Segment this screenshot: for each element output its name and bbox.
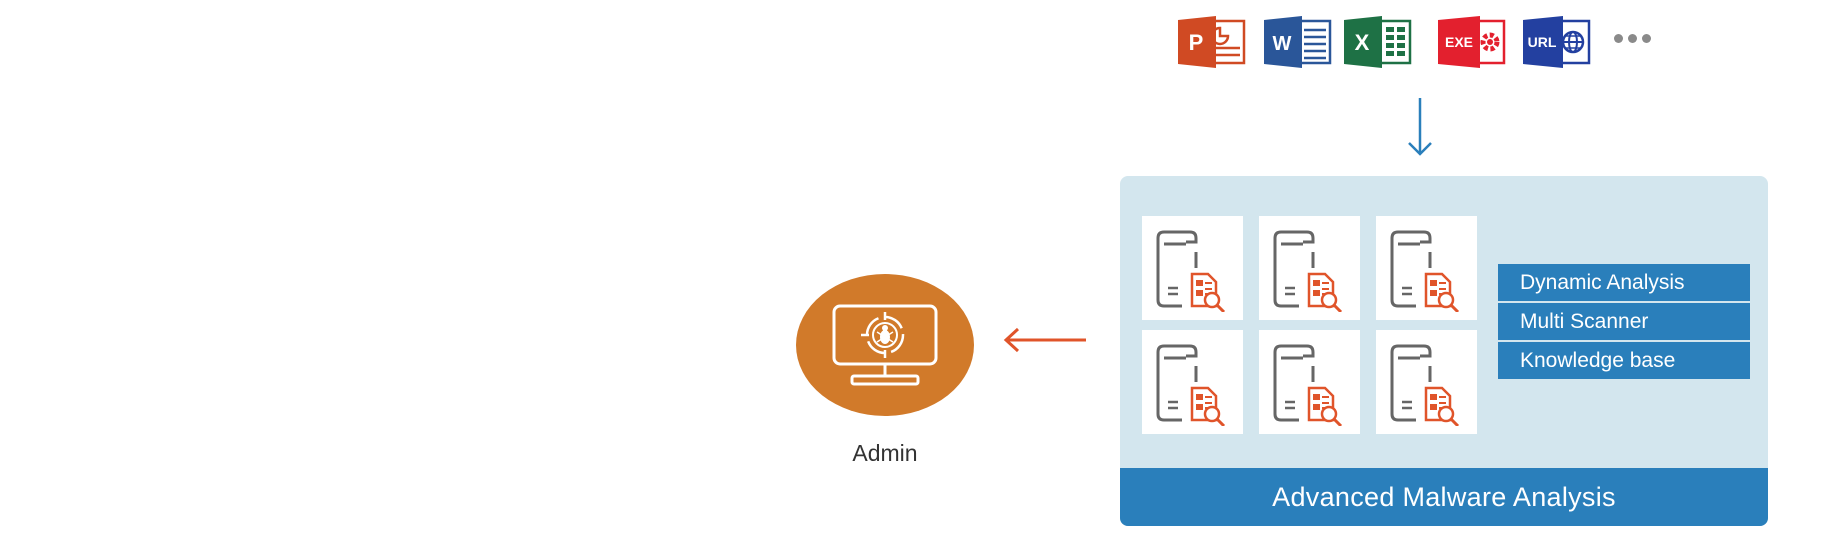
server-scan-icon xyxy=(1156,344,1226,426)
svg-text:P: P xyxy=(1189,30,1204,55)
arrow-down-icon xyxy=(1408,98,1432,156)
svg-text:URL: URL xyxy=(1528,34,1557,50)
feature-multi-scanner: Multi Scanner xyxy=(1498,303,1750,340)
url-file-icon: URL xyxy=(1521,14,1593,70)
sandbox-tile xyxy=(1376,330,1477,434)
exe-file-icon: EXE xyxy=(1436,14,1508,70)
feature-dynamic-analysis: Dynamic Analysis xyxy=(1498,264,1750,301)
arrow-left-icon xyxy=(1003,327,1086,353)
svg-text:EXE: EXE xyxy=(1445,34,1473,50)
svg-text:X: X xyxy=(1355,30,1370,55)
panel-title: Advanced Malware Analysis xyxy=(1120,468,1768,526)
word-file-icon: W xyxy=(1262,14,1334,70)
powerpoint-file-icon: P xyxy=(1176,14,1248,70)
excel-file-icon: X xyxy=(1342,14,1414,70)
server-scan-icon xyxy=(1390,230,1460,312)
svg-text:W: W xyxy=(1273,33,1292,55)
sandbox-tile xyxy=(1376,216,1477,320)
sandbox-tile xyxy=(1259,216,1360,320)
feature-list: Dynamic Analysis Multi Scanner Knowledge… xyxy=(1498,264,1750,379)
malware-analysis-panel: Dynamic Analysis Multi Scanner Knowledge… xyxy=(1120,176,1768,526)
sandbox-tile xyxy=(1142,216,1243,320)
sandbox-tile xyxy=(1142,330,1243,434)
feature-knowledge-base: Knowledge base xyxy=(1498,342,1750,379)
server-scan-icon xyxy=(1273,230,1343,312)
sandbox-tile xyxy=(1259,330,1360,434)
server-scan-icon xyxy=(1156,230,1226,312)
admin-label: Admin xyxy=(852,440,918,466)
server-scan-icon xyxy=(1273,344,1343,426)
monitor-bug-icon xyxy=(832,304,938,386)
admin-node xyxy=(796,274,974,416)
more-icon xyxy=(1614,34,1651,43)
server-scan-icon xyxy=(1390,344,1460,426)
